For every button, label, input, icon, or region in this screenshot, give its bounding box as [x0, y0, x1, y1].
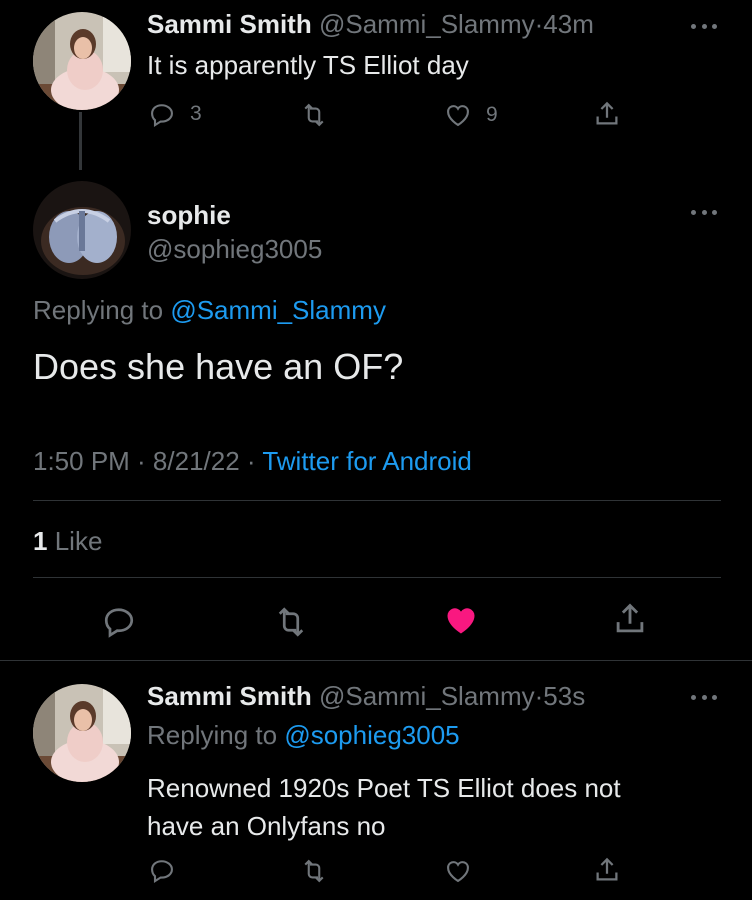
reply-button[interactable]	[148, 856, 176, 884]
replying-to-label: Replying to	[147, 720, 278, 750]
divider	[33, 500, 721, 501]
more-options-icon[interactable]	[691, 22, 717, 30]
replying-to: Replying to @sophieg3005	[147, 720, 460, 751]
retweet-icon	[304, 859, 324, 883]
retweet-icon	[278, 607, 304, 637]
main-author-handle[interactable]: @sophieg3005	[147, 234, 322, 265]
author-handle[interactable]: @Sammi_Slammy	[319, 681, 535, 711]
retweet-button[interactable]	[299, 857, 329, 885]
replying-to: Replying to @Sammi_Slammy	[33, 295, 386, 326]
separator-dot: ·	[534, 681, 544, 711]
author-name[interactable]: Sammi Smith	[147, 9, 312, 39]
divider	[0, 660, 752, 661]
replying-to-handle[interactable]: @sophieg3005	[284, 720, 459, 750]
heart-filled-icon	[447, 608, 475, 634]
main-tweet-text: Does she have an OF?	[33, 346, 404, 387]
share-button[interactable]	[592, 855, 622, 885]
main-author-name[interactable]: sophie	[147, 200, 231, 231]
share-icon	[616, 603, 644, 633]
avatar-sammi[interactable]	[33, 12, 131, 110]
tweet-text: It is apparently TS Elliot day	[147, 50, 469, 80]
share-button[interactable]	[592, 99, 622, 129]
replying-to-label: Replying to	[33, 295, 164, 325]
reply-button[interactable]	[101, 603, 137, 639]
separator-dot: ·	[534, 9, 544, 39]
like-button[interactable]	[444, 857, 472, 885]
like-stat-count: 1	[33, 526, 48, 556]
reply-text: Renowned 1920s Poet TS Elliot does not h…	[147, 769, 621, 845]
tweet-source[interactable]: Twitter for Android	[262, 446, 472, 476]
tweet-timestamp[interactable]: 1:50 PM · 8/21/22 ·	[33, 446, 256, 476]
retweet-button[interactable]	[272, 604, 310, 640]
tweet1-header: Sammi Smith @Sammi_Slammy·43m	[147, 9, 594, 40]
tweet-meta: 1:50 PM · 8/21/22 · Twitter for Android	[33, 446, 472, 477]
author-handle[interactable]: @Sammi_Slammy	[319, 9, 535, 39]
reply-count: 3	[190, 102, 202, 125]
heart-icon	[447, 105, 469, 127]
tweet-time[interactable]: 43m	[543, 9, 594, 39]
like-count: 9	[486, 103, 498, 126]
reply-header: Sammi Smith @Sammi_Slammy·53s	[147, 681, 585, 712]
more-options-icon[interactable]	[691, 208, 717, 216]
more-options-icon[interactable]	[691, 693, 717, 701]
avatar-sophie[interactable]	[33, 181, 131, 279]
like-stat-label: Like	[54, 526, 103, 556]
reply-icon	[151, 860, 173, 883]
like-stats[interactable]: 1 Like	[33, 526, 102, 557]
divider	[33, 577, 721, 578]
avatar-sammi[interactable]	[33, 684, 131, 782]
replying-to-handle[interactable]: @Sammi_Slammy	[170, 295, 386, 325]
thread-connector	[79, 112, 82, 170]
reply-icon	[151, 104, 173, 127]
author-name[interactable]: Sammi Smith	[147, 681, 312, 711]
like-button[interactable]: 9	[444, 101, 498, 129]
retweet-icon	[304, 103, 324, 127]
heart-icon	[447, 861, 469, 883]
reply-text-line: Renowned 1920s Poet TS Elliot does not	[147, 773, 621, 803]
like-button-active[interactable]	[442, 602, 480, 638]
share-icon	[596, 101, 618, 125]
share-icon	[596, 857, 618, 881]
reply-icon	[104, 608, 134, 638]
reply-text-line: have an Onlyfans no	[147, 811, 386, 841]
tweet-time[interactable]: 53s	[543, 681, 585, 711]
retweet-button[interactable]	[299, 101, 329, 129]
reply-button[interactable]: 3	[148, 100, 202, 128]
share-button[interactable]	[611, 600, 649, 638]
